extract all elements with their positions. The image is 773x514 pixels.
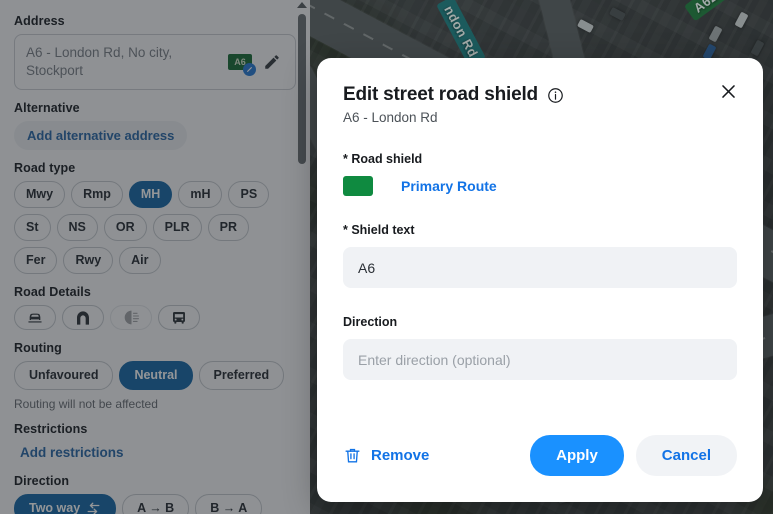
close-icon[interactable] [715, 78, 741, 104]
direction-field: Direction [343, 315, 737, 380]
direction-section-label: Direction [14, 474, 70, 489]
scrollbar-thumb[interactable] [298, 14, 306, 164]
road-type-chip-or[interactable]: OR [103, 214, 147, 242]
address-section-label: Address [14, 14, 65, 28]
restrictions-section-label: Restrictions [14, 422, 88, 437]
dialog-subtitle: A6 - London Rd [343, 110, 438, 125]
address-field[interactable]: A6 - London Rd, No city, Stockport A6 [14, 34, 296, 91]
road-type-chip-ns[interactable]: NS [56, 214, 98, 242]
road-shield-badge-icon: A6 [228, 53, 256, 76]
road-type-chip-st[interactable]: St [14, 214, 51, 242]
sidebar-scrollbar[interactable] [296, 0, 308, 514]
routing-chip-neutral[interactable]: Neutral [119, 361, 193, 391]
road-type-chip-ps[interactable]: PS [228, 181, 270, 209]
cancel-button[interactable]: Cancel [635, 435, 737, 476]
road-type-chip-mh-minor[interactable]: mH [178, 181, 223, 209]
direction-chip-a-to-b[interactable]: A → B [122, 494, 190, 514]
shield-text-label: * Shield text [343, 223, 415, 237]
info-icon[interactable] [547, 87, 564, 104]
routing-chip-preferred[interactable]: Preferred [198, 361, 285, 391]
road-type-chip-mh[interactable]: MH [128, 181, 173, 209]
app-root: ndon Rd A627 Address A6 - London Rd, No … [0, 0, 773, 514]
direction-chip-b-to-a[interactable]: B → A [195, 494, 263, 514]
road-type-section-label: Road type [14, 161, 76, 176]
road-type-chip-fer[interactable]: Fer [14, 247, 58, 275]
road-shield-field: * Road shield Primary Route [343, 152, 737, 196]
road-shield-value-link[interactable]: Primary Route [401, 178, 497, 194]
shield-text-input[interactable] [343, 247, 737, 288]
bus-icon[interactable] [158, 305, 200, 331]
dialog-title: Edit street road shield [343, 84, 538, 105]
remove-button-label: Remove [371, 447, 430, 464]
pencil-icon[interactable] [260, 50, 284, 74]
road-type-chip-air[interactable]: Air [119, 247, 161, 275]
direction-label: Direction [343, 315, 398, 329]
road-type-chip-rwy[interactable]: Rwy [63, 247, 114, 275]
address-value: A6 - London Rd, No city, Stockport [26, 45, 173, 79]
road-details-section-label: Road Details [14, 285, 91, 300]
road-editor-sidebar: Address A6 - London Rd, No city, Stockpo… [0, 0, 310, 514]
road-type-chip-mwy[interactable]: Mwy [14, 181, 66, 209]
headlight-icon[interactable] [110, 305, 152, 331]
add-alternative-address-button[interactable]: Add alternative address [14, 121, 188, 151]
direction-chip-two-way-label: Two way [29, 501, 81, 514]
add-restrictions-button[interactable]: Add restrictions [14, 442, 130, 463]
scroll-up-arrow-icon[interactable] [297, 2, 307, 8]
routing-section-label: Routing [14, 341, 62, 356]
shield-text-field: * Shield text [343, 223, 737, 288]
direction-input[interactable] [343, 339, 737, 380]
shield-status-badge-icon [243, 62, 256, 76]
bridge-icon[interactable] [14, 305, 56, 331]
dialog-header: Edit street road shield [343, 84, 737, 106]
edit-road-shield-dialog: Edit street road shield A6 - London Rd *… [317, 58, 763, 502]
tunnel-icon[interactable] [62, 305, 104, 331]
road-shield-label: * Road shield [343, 152, 423, 166]
road-shield-color-swatch[interactable] [343, 176, 373, 196]
road-type-chip-plr[interactable]: PLR [152, 214, 202, 242]
remove-button[interactable]: Remove [343, 446, 429, 465]
two-way-arrows-icon [87, 503, 100, 514]
direction-chip-group: Two way A → B B → A [14, 494, 296, 514]
apply-button[interactable]: Apply [530, 435, 624, 476]
road-type-chip-pr[interactable]: PR [207, 214, 249, 242]
road-details-group [14, 305, 296, 331]
routing-chip-group: Unfavoured Neutral Preferred [14, 361, 296, 391]
routing-chip-unfavoured[interactable]: Unfavoured [14, 361, 114, 391]
routing-hint: Routing will not be affected [14, 397, 158, 412]
trash-icon [345, 448, 360, 463]
dialog-footer: Remove Apply Cancel [343, 435, 737, 476]
alternative-section-label: Alternative [14, 101, 80, 116]
direction-chip-two-way[interactable]: Two way [14, 494, 117, 514]
road-type-chip-rmp[interactable]: Rmp [71, 181, 123, 209]
road-type-chip-group: Mwy Rmp MH mH PS St NS OR PLR PR Fer Rwy… [14, 181, 296, 275]
